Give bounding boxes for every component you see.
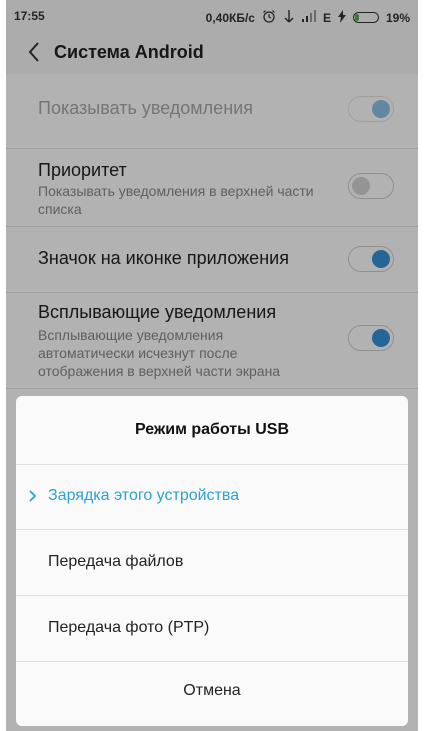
usb-option-charging[interactable]: Зарядка этого устройства: [16, 464, 408, 530]
option-label: Зарядка этого устройства: [48, 487, 240, 504]
chevron-right-icon: [28, 488, 38, 504]
option-label: Передача файлов: [48, 553, 184, 570]
dialog-title: Режим работы USB: [16, 396, 408, 465]
usb-option-file-transfer[interactable]: Передача файлов: [16, 530, 408, 596]
usb-mode-dialog: Режим работы USB Зарядка этого устройств…: [16, 396, 408, 726]
screen: 17:55 0,40КБ/с E 19% Система Android Пок…: [6, 0, 418, 731]
usb-option-photo-transfer[interactable]: Передача фото (PTP): [16, 596, 408, 662]
cancel-button[interactable]: Отмена: [16, 660, 408, 726]
option-label: Передача фото (PTP): [48, 619, 210, 636]
